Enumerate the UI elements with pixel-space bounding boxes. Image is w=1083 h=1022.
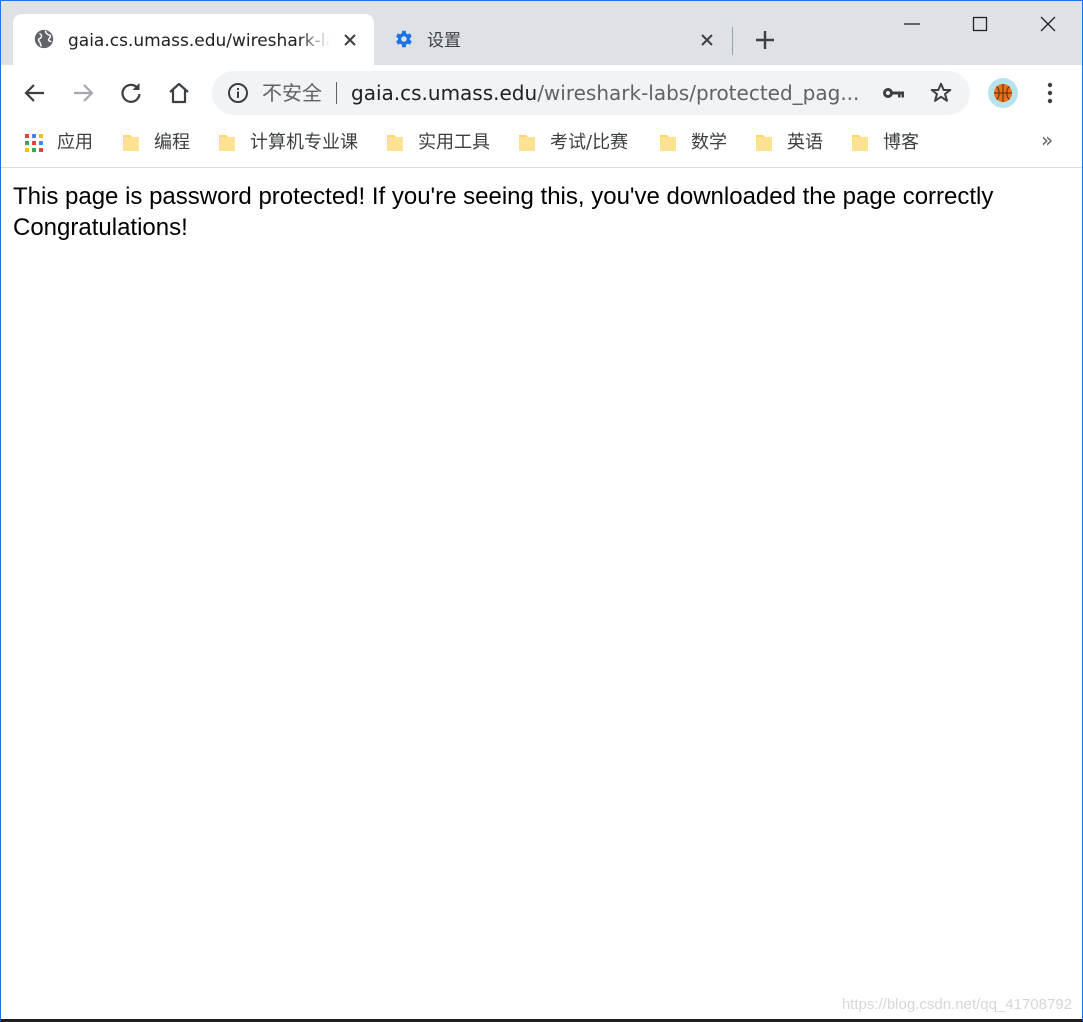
close-tab-icon[interactable] — [341, 31, 359, 49]
address-bar[interactable]: 不安全 gaia.cs.umass.edu/wireshark-labs/pro… — [212, 71, 970, 115]
folder-icon — [756, 135, 772, 151]
bookmark-folder[interactable]: 实用工具 — [384, 127, 490, 159]
tab-settings[interactable]: 设置 — [377, 14, 731, 65]
bookmarks-overflow-button[interactable]: » — [1041, 128, 1053, 152]
globe-icon — [34, 29, 54, 49]
url-host: gaia.cs.umass.edu — [351, 81, 538, 105]
bookmark-folder[interactable]: 博客 — [849, 127, 919, 159]
tab-protected-page[interactable]: gaia.cs.umass.edu/wireshark-labs/protect… — [13, 14, 374, 65]
bookmark-star-icon[interactable] — [929, 81, 953, 105]
security-status[interactable]: 不安全 — [262, 81, 322, 105]
folder-icon — [387, 135, 403, 151]
close-tab-icon[interactable] — [698, 31, 716, 49]
bookmark-folder[interactable]: 计算机专业课 — [216, 127, 358, 159]
apps-grid-icon — [25, 134, 43, 152]
folder-icon — [123, 135, 139, 151]
tab-title: gaia.cs.umass.edu/wireshark-labs/protect… — [68, 31, 330, 51]
page-content: This page is password protected! If you'… — [13, 181, 1023, 243]
close-window-icon[interactable] — [1032, 11, 1064, 39]
bookmark-folder[interactable]: 英语 — [753, 127, 823, 159]
tab-separator — [732, 27, 733, 55]
new-tab-icon[interactable] — [753, 28, 777, 52]
folder-icon — [660, 135, 676, 151]
congratulations-text: Congratulations! — [13, 214, 188, 241]
tab-strip: gaia.cs.umass.edu/wireshark-labs/protect… — [1, 1, 1082, 65]
folder-icon — [519, 135, 535, 151]
watermark: https://blog.csdn.net/qq_41708792 — [841, 996, 1072, 1013]
forward-arrow-icon[interactable] — [69, 79, 97, 107]
basketball-icon — [994, 84, 1012, 102]
omnibox-divider — [336, 82, 337, 104]
minimize-icon[interactable] — [896, 11, 928, 39]
tab-title: 设置 — [427, 31, 461, 51]
gear-icon — [396, 30, 412, 48]
bookmark-label: 实用工具 — [418, 132, 490, 153]
protected-message: This page is password protected! If you'… — [13, 183, 994, 210]
bookmark-label: 英语 — [787, 132, 823, 153]
bookmarks-divider — [1, 167, 1082, 168]
profile-avatar[interactable] — [988, 78, 1018, 108]
bookmark-label: 数学 — [691, 132, 727, 153]
back-arrow-icon[interactable] — [21, 79, 49, 107]
home-icon[interactable] — [165, 79, 193, 107]
bookmark-folder[interactable]: 编程 — [120, 127, 190, 159]
bookmark-label: 计算机专业课 — [250, 132, 358, 153]
more-menu-icon[interactable] — [1039, 79, 1061, 107]
bookmark-label: 博客 — [883, 132, 919, 153]
url-text[interactable]: gaia.cs.umass.edu/wireshark-labs/protect… — [351, 81, 866, 105]
bookmark-label: 编程 — [154, 132, 190, 153]
url-path: /wireshark-labs/protected_pag... — [537, 81, 860, 105]
bookmarks-bar: 应用 编程 计算机专业课 实用工具 考试/比赛 数学 英语 博客 » — [1, 121, 1082, 167]
bookmark-apps[interactable]: 应用 — [23, 127, 93, 159]
bookmark-folder[interactable]: 数学 — [657, 127, 727, 159]
info-icon[interactable] — [227, 82, 249, 104]
navigation-toolbar: 不安全 gaia.cs.umass.edu/wireshark-labs/pro… — [1, 65, 1082, 121]
maximize-icon[interactable] — [964, 11, 996, 39]
key-icon[interactable] — [881, 82, 905, 104]
bookmark-label: 应用 — [57, 132, 93, 153]
folder-icon — [852, 135, 868, 151]
bookmark-folder[interactable]: 考试/比赛 — [516, 127, 628, 159]
reload-icon[interactable] — [117, 79, 145, 107]
bookmark-label: 考试/比赛 — [550, 132, 629, 153]
browser-window: gaia.cs.umass.edu/wireshark-labs/protect… — [0, 0, 1083, 1022]
folder-icon — [219, 135, 235, 151]
